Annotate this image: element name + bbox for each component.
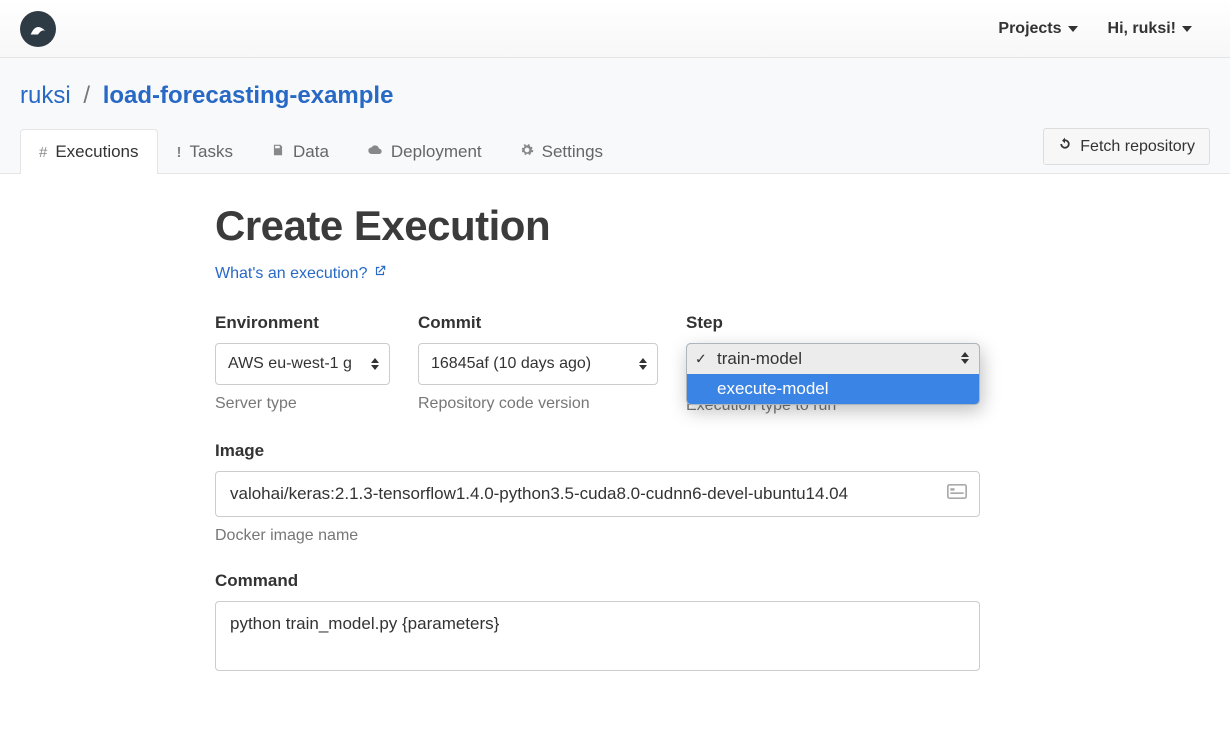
hash-icon: # [39, 144, 47, 161]
step-dropdown: ✓ train-model execute-model [686, 343, 980, 405]
step-option-label: execute-model [717, 379, 829, 399]
caret-down-icon [1068, 26, 1078, 32]
tab-label: Deployment [391, 142, 482, 162]
tab-executions[interactable]: # Executions [20, 129, 158, 174]
breadcrumb-owner[interactable]: ruksi [20, 82, 71, 109]
topbar: Projects Hi, ruksi! [0, 0, 1230, 58]
card-icon [947, 484, 967, 505]
nav-user[interactable]: Hi, ruksi! [1108, 20, 1192, 38]
tab-settings[interactable]: Settings [501, 129, 622, 174]
tab-label: Tasks [190, 142, 233, 162]
environment-hint: Server type [215, 395, 390, 413]
command-value: python train_model.py {parameters} [230, 614, 499, 633]
help-link-text: What's an execution? [215, 265, 367, 283]
commit-hint: Repository code version [418, 395, 658, 413]
tab-tasks[interactable]: ! Tasks [158, 129, 252, 174]
environment-label: Environment [215, 313, 390, 333]
refresh-icon [1058, 137, 1072, 156]
cloud-icon [367, 143, 383, 161]
caret-down-icon [1182, 26, 1192, 32]
step-option-execute-model[interactable]: execute-model [687, 374, 979, 404]
command-section: Command python train_model.py {parameter… [215, 571, 980, 671]
environment-select[interactable]: AWS eu-west-1 g [215, 343, 390, 385]
tab-label: Executions [55, 142, 138, 162]
fetch-repository-label: Fetch repository [1080, 138, 1195, 156]
subheader: ruksi / load-forecasting-example # Execu… [0, 58, 1230, 174]
tab-deployment[interactable]: Deployment [348, 129, 501, 174]
commit-label: Commit [418, 313, 658, 333]
shark-fin-icon [27, 18, 49, 40]
commit-col: Commit 16845af (10 days ago) Repository … [418, 313, 658, 415]
fetch-repository-button[interactable]: Fetch repository [1043, 128, 1210, 165]
command-textarea[interactable]: python train_model.py {parameters} [215, 601, 980, 671]
main-content: Create Execution What's an execution? En… [0, 174, 1000, 737]
breadcrumb-project[interactable]: load-forecasting-example [103, 82, 394, 109]
step-col: Step ✓ train-model execute-model Executi… [686, 313, 980, 415]
updown-icon [961, 352, 969, 364]
form-row-top: Environment AWS eu-west-1 g Server type … [215, 313, 980, 415]
check-icon: ✓ [695, 351, 707, 368]
nav-projects[interactable]: Projects [998, 20, 1077, 38]
tab-label: Settings [542, 142, 603, 162]
nav-projects-label: Projects [998, 20, 1061, 38]
image-section: Image valohai/keras:2.1.3-tensorflow1.4.… [215, 441, 980, 545]
exclamation-icon: ! [177, 144, 182, 161]
environment-col: Environment AWS eu-west-1 g Server type [215, 313, 390, 415]
commit-select[interactable]: 16845af (10 days ago) [418, 343, 658, 385]
tab-row: # Executions ! Tasks Data Deployment [0, 128, 1230, 173]
breadcrumb: ruksi / load-forecasting-example [0, 82, 1230, 128]
help-link[interactable]: What's an execution? [215, 264, 387, 283]
nav-user-label: Hi, ruksi! [1108, 20, 1176, 38]
updown-icon [639, 358, 647, 370]
step-option-train-model[interactable]: ✓ train-model [687, 344, 979, 374]
gear-icon [520, 143, 534, 161]
breadcrumb-sep: / [77, 82, 96, 109]
tabs: # Executions ! Tasks Data Deployment [20, 128, 622, 173]
command-label: Command [215, 571, 980, 591]
image-label: Image [215, 441, 980, 461]
save-icon [271, 143, 285, 161]
step-label: Step [686, 313, 980, 333]
external-link-icon [373, 264, 387, 283]
commit-value: 16845af (10 days ago) [431, 355, 591, 373]
step-select-wrap: ✓ train-model execute-model [686, 343, 980, 387]
updown-icon [371, 358, 379, 370]
tab-data[interactable]: Data [252, 129, 348, 174]
step-option-label: train-model [717, 349, 802, 369]
environment-value: AWS eu-west-1 g [228, 355, 352, 373]
image-value: valohai/keras:2.1.3-tensorflow1.4.0-pyth… [230, 484, 848, 504]
app-logo[interactable] [20, 11, 56, 47]
page-title: Create Execution [215, 202, 980, 250]
image-input[interactable]: valohai/keras:2.1.3-tensorflow1.4.0-pyth… [215, 471, 980, 517]
tab-label: Data [293, 142, 329, 162]
image-hint: Docker image name [215, 527, 980, 545]
topnav: Projects Hi, ruksi! [998, 20, 1210, 38]
